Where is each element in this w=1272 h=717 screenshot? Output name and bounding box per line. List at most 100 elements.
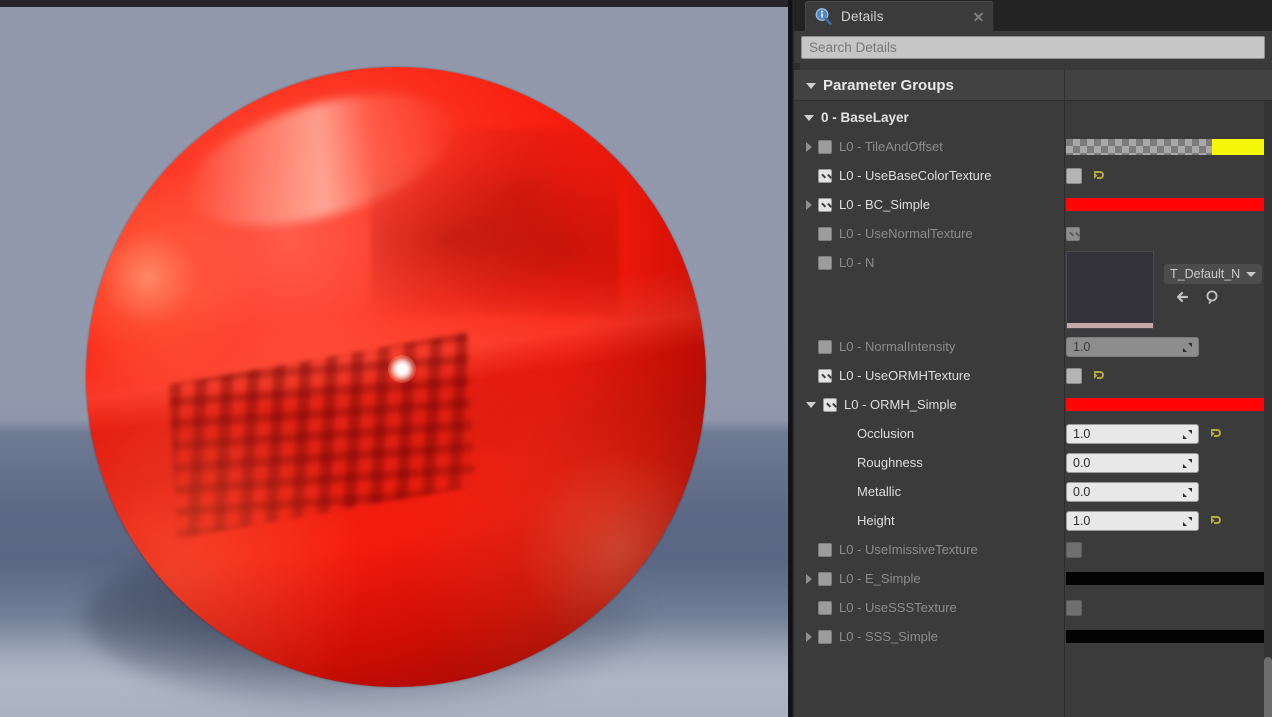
revert-icon[interactable] xyxy=(1208,514,1222,528)
revert-icon[interactable] xyxy=(1091,169,1105,183)
parameter-checkbox[interactable] xyxy=(818,340,832,354)
parameter-row-label-area[interactable]: L0 - NormalIntensity xyxy=(794,332,1062,361)
parameter-row[interactable]: Height1.0 xyxy=(794,506,1272,535)
triangle-down-icon[interactable] xyxy=(804,115,814,121)
parameter-row-label-area[interactable]: L0 - UseImissiveTexture xyxy=(794,535,1062,564)
parameter-row-label-area[interactable]: L0 - BC_Simple xyxy=(794,190,1062,219)
parameter-groups-header[interactable]: Parameter Groups xyxy=(794,70,1272,101)
drag-handle-icon[interactable] xyxy=(1182,487,1193,498)
parameter-row-label-area[interactable]: Height xyxy=(794,506,1062,535)
parameter-value-area[interactable] xyxy=(1066,535,1272,564)
triangle-right-icon[interactable] xyxy=(806,574,812,584)
parameter-value-area[interactable] xyxy=(1066,190,1272,219)
parameter-value-area[interactable] xyxy=(1066,564,1272,593)
parameter-checkbox[interactable] xyxy=(818,169,832,183)
parameter-row-label-area[interactable]: Roughness xyxy=(794,448,1062,477)
parameter-checkbox[interactable] xyxy=(818,601,832,615)
parameter-row[interactable]: L0 - BC_Simple xyxy=(794,190,1272,219)
search-input[interactable] xyxy=(801,36,1265,59)
parameter-value-area[interactable] xyxy=(1066,390,1272,419)
texture-asset-picker[interactable]: T_Default_N xyxy=(1164,264,1262,284)
parameter-checkbox[interactable] xyxy=(818,140,832,154)
group-row-baselayer[interactable]: 0 - BaseLayer xyxy=(794,103,1272,132)
parameter-row[interactable]: L0 - NormalIntensity1.0 xyxy=(794,332,1272,361)
texture-asset-widget[interactable]: T_Default_N xyxy=(1066,248,1272,332)
parameter-groups-header-left[interactable]: Parameter Groups xyxy=(794,70,1064,101)
parameter-row[interactable]: L0 - NT_Default_N xyxy=(794,248,1272,277)
drag-handle-icon[interactable] xyxy=(1182,342,1193,353)
numeric-input[interactable]: 0.0 xyxy=(1066,482,1199,502)
group-row-label-area[interactable]: 0 - BaseLayer xyxy=(794,103,1062,132)
texture-alpha-preview[interactable] xyxy=(1066,139,1266,155)
parameter-value-area[interactable]: 1.0 xyxy=(1066,419,1272,448)
back-arrow-icon[interactable] xyxy=(1174,288,1194,306)
triangle-down-icon[interactable] xyxy=(806,83,816,89)
parameter-row[interactable]: L0 - TileAndOffset xyxy=(794,132,1272,161)
parameter-value-area[interactable] xyxy=(1066,361,1272,390)
parameter-row[interactable]: Roughness0.0 xyxy=(794,448,1272,477)
parameter-value-area[interactable]: 0.0 xyxy=(1066,477,1272,506)
parameter-value-area[interactable] xyxy=(1066,219,1272,248)
value-toggle-box[interactable] xyxy=(1066,600,1082,616)
revert-icon[interactable] xyxy=(1091,369,1105,383)
parameter-row-label-area[interactable]: L0 - UseSSSTexture xyxy=(794,593,1062,622)
triangle-right-icon[interactable] xyxy=(806,632,812,642)
parameter-value-area[interactable] xyxy=(1066,161,1272,190)
parameter-checkbox[interactable] xyxy=(818,256,832,270)
browse-search-icon[interactable] xyxy=(1204,288,1224,306)
parameter-row-label-area[interactable]: Metallic xyxy=(794,477,1062,506)
tab-details[interactable]: Details xyxy=(805,1,994,31)
triangle-right-icon[interactable] xyxy=(806,142,812,152)
numeric-input[interactable]: 0.0 xyxy=(1066,453,1199,473)
parameter-row[interactable]: L0 - UseSSSTexture xyxy=(794,593,1272,622)
parameter-checkbox[interactable] xyxy=(818,198,832,212)
parameter-row[interactable]: L0 - UseNormalTexture xyxy=(794,219,1272,248)
parameter-value-area[interactable]: 1.0 xyxy=(1066,332,1272,361)
numeric-input[interactable]: 1.0 xyxy=(1066,337,1199,357)
value-toggle-box[interactable] xyxy=(1066,168,1082,184)
parameter-checkbox[interactable] xyxy=(823,398,837,412)
parameter-value-area[interactable]: 1.0 xyxy=(1066,506,1272,535)
color-swatch[interactable] xyxy=(1066,198,1266,211)
parameter-row-label-area[interactable]: L0 - TileAndOffset xyxy=(794,132,1062,161)
value-toggle-box[interactable] xyxy=(1066,368,1082,384)
preview-sphere[interactable] xyxy=(86,67,706,687)
parameter-row-label-area[interactable]: Occlusion xyxy=(794,419,1062,448)
parameter-row[interactable]: L0 - ORMH_Simple xyxy=(794,390,1272,419)
parameter-row-label-area[interactable]: L0 - UseBaseColorTexture xyxy=(794,161,1062,190)
triangle-right-icon[interactable] xyxy=(806,200,812,210)
parameter-checkbox[interactable] xyxy=(818,369,832,383)
parameter-row[interactable]: L0 - UseBaseColorTexture xyxy=(794,161,1272,190)
material-preview-viewport[interactable] xyxy=(0,0,794,717)
parameter-value-area[interactable] xyxy=(1066,622,1272,651)
color-swatch[interactable] xyxy=(1066,398,1266,411)
parameter-value-area[interactable]: 0.0 xyxy=(1066,448,1272,477)
parameter-row[interactable]: L0 - UseORMHTexture xyxy=(794,361,1272,390)
close-icon[interactable] xyxy=(972,10,985,23)
parameter-row-label-area[interactable]: L0 - UseNormalTexture xyxy=(794,219,1062,248)
parameter-row-label-area[interactable]: L0 - E_Simple xyxy=(794,564,1062,593)
parameter-row-label-area[interactable]: L0 - N xyxy=(794,248,1062,277)
parameter-row[interactable]: Metallic0.0 xyxy=(794,477,1272,506)
parameter-checkbox[interactable] xyxy=(818,630,832,644)
scrollbar-thumb[interactable] xyxy=(1264,657,1272,717)
drag-handle-icon[interactable] xyxy=(1182,516,1193,527)
parameter-value-area[interactable] xyxy=(1066,593,1272,622)
value-toggle-box[interactable] xyxy=(1066,542,1082,558)
drag-handle-icon[interactable] xyxy=(1182,458,1193,469)
parameter-row[interactable]: L0 - UseImissiveTexture xyxy=(794,535,1272,564)
numeric-input[interactable]: 1.0 xyxy=(1066,424,1199,444)
parameter-row-label-area[interactable]: L0 - UseORMHTexture xyxy=(794,361,1062,390)
parameter-row[interactable]: Occlusion1.0 xyxy=(794,419,1272,448)
color-swatch[interactable] xyxy=(1066,572,1266,585)
numeric-input[interactable]: 1.0 xyxy=(1066,511,1199,531)
chevron-down-icon[interactable] xyxy=(1246,272,1256,277)
parameter-value-area[interactable] xyxy=(1066,132,1272,161)
triangle-down-icon[interactable] xyxy=(806,402,816,408)
parameter-checkbox[interactable] xyxy=(818,572,832,586)
parameter-row-label-area[interactable]: L0 - SSS_Simple xyxy=(794,622,1062,651)
parameter-row[interactable]: L0 - SSS_Simple xyxy=(794,622,1272,651)
drag-handle-icon[interactable] xyxy=(1182,429,1193,440)
revert-icon[interactable] xyxy=(1208,427,1222,441)
color-swatch[interactable] xyxy=(1066,630,1266,643)
